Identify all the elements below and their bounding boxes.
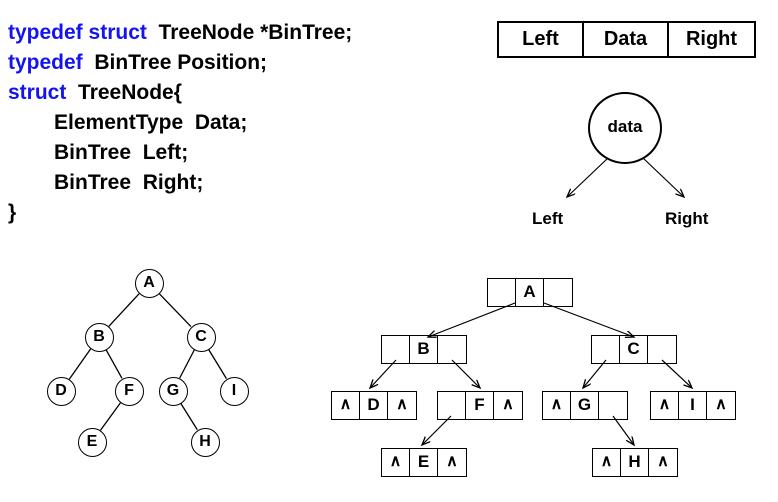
tree-edge-A-B: [108, 293, 140, 327]
linked-arrow-B-right-to-F: [451, 359, 480, 388]
linked-node-F-left-cell: [438, 392, 466, 419]
linked-arrow-C-right-to-I: [661, 359, 692, 388]
linked-node-G-left-cell: ∧: [543, 392, 571, 419]
linked-node-H-data-cell: H: [621, 449, 649, 476]
linked-arrow-B-left-to-D: [370, 359, 397, 388]
linked-arrow-G-right-to-H: [612, 415, 634, 445]
linked-arrow-A-right-to-C: [543, 302, 634, 337]
code-text: BinTree Position;: [82, 51, 268, 74]
struct-cell-left: Left: [499, 23, 584, 56]
tree-edge-G-H: [180, 402, 198, 431]
code-line-0: typedef struct TreeNode *BinTree;: [8, 18, 478, 48]
linked-node-C-right-cell: [648, 336, 676, 363]
slide-canvas: typedef struct TreeNode *BinTree; typedef…: [0, 0, 778, 502]
linked-node-G-data-cell: G: [571, 392, 599, 419]
tree-node-C: C: [186, 322, 216, 352]
linked-node-A-data-cell: A: [516, 279, 544, 306]
linked-node-E-right-cell: ∧: [446, 453, 458, 470]
linked-node-B-left-cell: [382, 336, 410, 363]
linked-node-D: ∧ D ∧: [331, 391, 417, 420]
tree-node-E: E: [77, 427, 107, 457]
tree-node-B: B: [84, 322, 114, 352]
data-node-label: data: [607, 117, 643, 136]
linked-node-F-data-cell: F: [466, 392, 494, 419]
tree-edge-B-D: [68, 348, 92, 380]
tree-edge-group: [68, 292, 227, 431]
tree-node-D: D: [46, 376, 76, 406]
code-keyword: typedef: [8, 51, 83, 74]
code-keyword: struct: [88, 21, 147, 44]
linked-arrow-F-left-to-E: [422, 415, 452, 445]
code-line-5: BinTree Right;: [8, 168, 478, 198]
linked-node-E-data-cell: E: [410, 449, 438, 476]
code-text: BinTree Right;: [54, 171, 204, 194]
linked-node-H-right-cell: ∧: [657, 453, 669, 470]
left-pointer-arrow: [567, 157, 609, 197]
code-text: ElementType Data;: [54, 111, 248, 134]
linked-node-E: ∧ E ∧: [381, 448, 467, 477]
code-text: }: [8, 201, 17, 224]
tree-edge-A-C: [158, 292, 192, 328]
right-pointer-label: Right: [665, 209, 709, 228]
struct-cell-right: Right: [685, 28, 738, 50]
code-text: TreeNode{: [66, 81, 182, 104]
linked-node-C: C: [591, 335, 677, 364]
linked-node-H: ∧ H ∧: [592, 448, 678, 477]
tree-edge-C-I: [208, 349, 227, 379]
tree-node-F: F: [114, 376, 144, 406]
tree-edge-B-F: [105, 349, 123, 379]
linked-node-G-right-cell: [599, 392, 627, 419]
linked-arrow-C-left-to-G: [583, 359, 607, 388]
linked-arrow-A-left-to-B: [428, 302, 516, 337]
linked-node-A: A: [487, 278, 573, 307]
code-text: BinTree Left;: [54, 141, 189, 164]
tree-node-I: I: [219, 376, 249, 406]
struct-cell-data: Data: [584, 23, 669, 56]
tree-node-H: H: [190, 427, 220, 457]
linked-node-E-left-cell: ∧: [382, 449, 410, 476]
linked-node-C-data-cell: C: [620, 336, 648, 363]
linked-node-I-data-cell: I: [679, 392, 707, 419]
linked-node-D-data-cell: D: [360, 392, 388, 419]
linked-node-B: B: [381, 335, 467, 364]
code-line-3: ElementType Data;: [8, 108, 478, 138]
tree-edge-C-G: [179, 349, 195, 379]
code-text: TreeNode *BinTree;: [146, 21, 353, 44]
linked-node-F-right-cell: ∧: [502, 396, 514, 413]
linked-node-B-right-cell: [438, 336, 466, 363]
struct-layout-table: Left Data Right: [497, 21, 756, 58]
linked-node-F: F ∧: [437, 391, 523, 420]
linked-node-C-left-cell: [592, 336, 620, 363]
linked-arrow-group: [370, 302, 692, 445]
code-line-1: typedef BinTree Position;: [8, 48, 478, 78]
code-keyword: struct: [8, 81, 67, 104]
left-pointer-label: Left: [532, 209, 564, 228]
code-line-2: struct TreeNode{: [8, 78, 478, 108]
right-pointer-arrow: [642, 157, 684, 197]
linked-node-D-right-cell: ∧: [396, 396, 408, 413]
linked-node-I-left-cell: ∧: [651, 392, 679, 419]
linked-node-H-left-cell: ∧: [593, 449, 621, 476]
linked-node-B-data-cell: B: [410, 336, 438, 363]
linked-node-I: ∧ I ∧: [650, 391, 736, 420]
code-line-4: BinTree Left;: [8, 138, 478, 168]
tree-node-G: G: [158, 376, 188, 406]
linked-node-G: ∧ G: [542, 391, 628, 420]
tree-edge-F-E: [99, 402, 122, 431]
linked-node-D-left-cell: ∧: [332, 392, 360, 419]
tree-node-A: A: [134, 268, 164, 298]
code-keyword: typedef: [8, 21, 83, 44]
code-block: typedef struct TreeNode *BinTree; typedef…: [8, 18, 478, 228]
linked-node-A-left-cell: [488, 279, 516, 306]
linked-node-I-right-cell: ∧: [715, 396, 727, 413]
linked-node-A-right-cell: [544, 279, 572, 306]
code-line-6: }: [8, 198, 478, 228]
